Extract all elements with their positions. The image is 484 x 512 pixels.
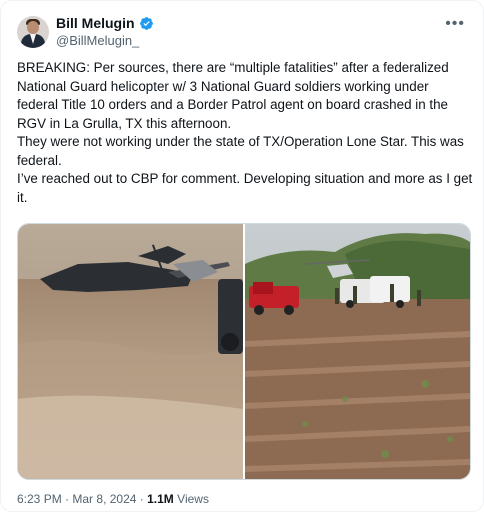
meta-separator: · xyxy=(139,492,144,506)
tweet-date[interactable]: Mar 8, 2024 xyxy=(72,492,136,506)
tweet-meta: 6:23 PM · Mar 8, 2024 · 1.1M Views xyxy=(17,492,209,506)
media-photo-crash-site-2[interactable] xyxy=(245,224,470,479)
author-name-row: Bill Melugin xyxy=(56,15,154,31)
author-name[interactable]: Bill Melugin xyxy=(56,15,135,31)
views-count[interactable]: 1.1M xyxy=(147,492,174,506)
media-photo-crash-site-1[interactable] xyxy=(18,224,243,479)
meta-separator: · xyxy=(65,492,70,506)
verified-badge-icon xyxy=(139,16,153,30)
tweet-text: BREAKING: Per sources, there are “multip… xyxy=(17,60,473,205)
tweet-card: Bill Melugin @BillMelugin_ ••• BREAKING:… xyxy=(0,0,484,512)
author-handle[interactable]: @BillMelugin_ xyxy=(56,33,139,48)
tweet-time[interactable]: 6:23 PM xyxy=(17,492,62,506)
tweet-media[interactable] xyxy=(17,223,471,480)
more-options-icon[interactable]: ••• xyxy=(445,15,465,33)
author-avatar[interactable] xyxy=(17,16,49,48)
views-label: Views xyxy=(177,492,209,506)
